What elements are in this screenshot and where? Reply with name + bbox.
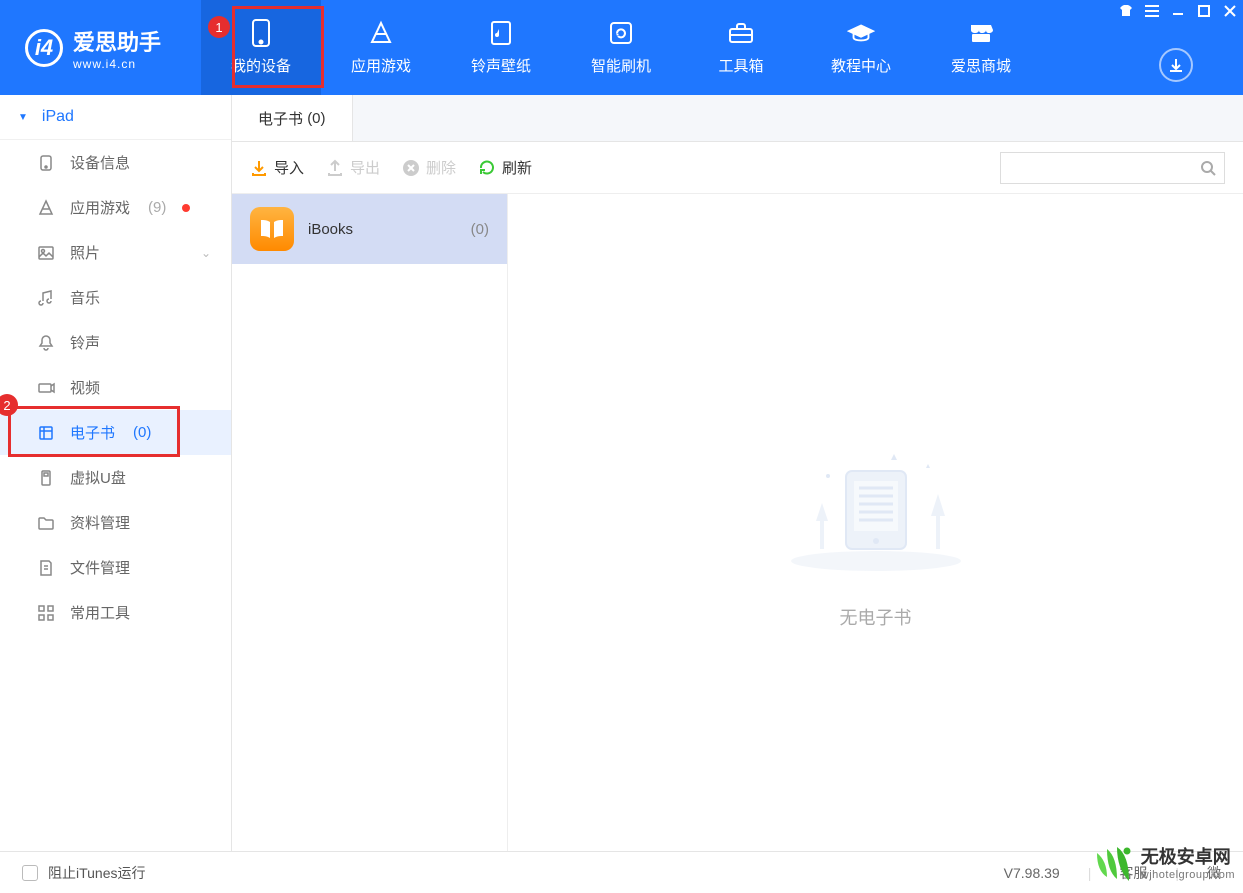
maximize-button[interactable] (1191, 0, 1217, 22)
search-box[interactable] (1000, 152, 1225, 184)
music-file-icon (487, 19, 515, 47)
collapse-icon: ▼ (18, 112, 28, 123)
import-icon (250, 159, 268, 177)
nav-tabs: 我的设备 应用游戏 铃声壁纸 智能刷机 工具箱 (201, 0, 1041, 95)
export-icon (326, 159, 344, 177)
sidebar-icon (36, 604, 56, 622)
sidebar-item-8[interactable]: 资料管理 (0, 500, 231, 545)
store-icon (967, 19, 995, 47)
window-controls (1113, 0, 1243, 22)
toolbox-icon (727, 19, 755, 47)
nav-ringtones[interactable]: 铃声壁纸 (441, 0, 561, 95)
refresh-button[interactable]: 刷新 (478, 157, 532, 178)
sidebar-icon (36, 559, 56, 577)
nav-flash[interactable]: 智能刷机 (561, 0, 681, 95)
download-button[interactable] (1159, 48, 1193, 82)
logo-icon: i4 (25, 29, 63, 67)
book-sources-list: iBooks (0) (232, 194, 508, 851)
nav-tutorials[interactable]: 教程中心 (801, 0, 921, 95)
sidebar-item-2[interactable]: 照片⌄ (0, 230, 231, 275)
status-bar: 阻止iTunes运行 V7.98.39 | 客服 | 微 (0, 851, 1243, 893)
logo-title: 爱思助手 (73, 25, 161, 57)
sidebar-icon (36, 469, 56, 487)
search-input[interactable] (1001, 160, 1200, 176)
version-label: V7.98.39 (1004, 865, 1060, 881)
main-panel: 电子书 (0) 导入 导出 删除 刷新 (232, 95, 1243, 851)
sidebar-icon (36, 244, 56, 262)
annotation-badge-1: 1 (208, 16, 230, 38)
sidebar-icon (36, 154, 56, 172)
search-icon (1200, 160, 1216, 176)
apps-icon (367, 19, 395, 47)
export-button[interactable]: 导出 (326, 157, 380, 178)
list-item-ibooks[interactable]: iBooks (0) (232, 194, 507, 264)
app-header: i4 爱思助手 www.i4.cn 我的设备 应用游戏 铃声壁纸 (0, 0, 1243, 95)
sidebar-item-4[interactable]: 铃声 (0, 320, 231, 365)
delete-button[interactable]: 删除 (402, 157, 456, 178)
itunes-label: 阻止iTunes运行 (48, 863, 146, 883)
sidebar-icon (36, 379, 56, 397)
sidebar-item-9[interactable]: 文件管理 (0, 545, 231, 590)
sidebar-item-10[interactable]: 常用工具 (0, 590, 231, 635)
sidebar-icon (36, 334, 56, 352)
close-button[interactable] (1217, 0, 1243, 22)
sidebar-item-5[interactable]: 视频 (0, 365, 231, 410)
ibooks-icon (250, 207, 294, 251)
sidebar-item-7[interactable]: 虚拟U盘 (0, 455, 231, 500)
list-icon[interactable] (1139, 0, 1165, 22)
delete-icon (402, 159, 420, 177)
logo: i4 爱思助手 www.i4.cn (25, 25, 161, 71)
nav-toolbox[interactable]: 工具箱 (681, 0, 801, 95)
sidebar-icon (36, 289, 56, 307)
annotation-box-1 (232, 6, 324, 88)
nav-store[interactable]: 爱思商城 (921, 0, 1041, 95)
refresh-box-icon (607, 19, 635, 47)
watermark: 无极安卓网 wjhotelgroup.com (1093, 841, 1243, 883)
minimize-button[interactable] (1165, 0, 1191, 22)
empty-illustration-icon (776, 416, 976, 576)
sidebar-item-1[interactable]: 应用游戏(9) (0, 185, 231, 230)
sidebar-item-0[interactable]: 设备信息 (0, 140, 231, 185)
grad-cap-icon (847, 19, 875, 47)
device-header[interactable]: ▼ iPad (0, 95, 231, 140)
itunes-checkbox[interactable] (22, 865, 38, 881)
content-tabs: 电子书 (0) (232, 95, 1243, 142)
empty-text: 无电子书 (840, 604, 912, 630)
sidebar-item-3[interactable]: 音乐 (0, 275, 231, 320)
watermark-icon (1093, 841, 1135, 883)
sidebar: ▼ iPad 设备信息应用游戏(9)照片⌄音乐铃声视频电子书(0)2虚拟U盘资料… (0, 95, 232, 851)
tshirt-icon[interactable] (1113, 0, 1139, 22)
chevron-down-icon: ⌄ (201, 246, 211, 260)
refresh-icon (478, 159, 496, 177)
empty-state: 无电子书 (508, 194, 1243, 851)
sidebar-icon (36, 514, 56, 532)
annotation-box-2 (8, 406, 180, 457)
sidebar-item-6[interactable]: 电子书(0)2 (0, 410, 231, 455)
toolbar: 导入 导出 删除 刷新 (232, 142, 1243, 194)
sidebar-icon (36, 199, 56, 217)
logo-subtitle: www.i4.cn (73, 57, 161, 71)
nav-apps[interactable]: 应用游戏 (321, 0, 441, 95)
import-button[interactable]: 导入 (250, 157, 304, 178)
notification-dot (182, 204, 190, 212)
tab-ebooks[interactable]: 电子书 (0) (232, 95, 353, 141)
